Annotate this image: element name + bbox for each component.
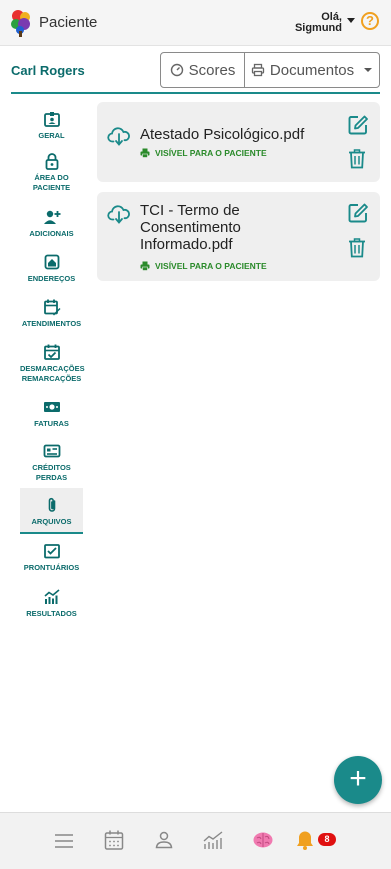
sidebar-item-label: ÁREA DO PACIENTE [32,173,71,192]
sidebar-item-label: DESMARCAÇÕES REMARCAÇÕES [20,364,85,383]
calendar-check-icon [43,344,60,360]
bell-icon[interactable] [294,829,316,851]
sidebar-item-creditos-perdas[interactable]: CRÉDITOS PERDAS [20,442,83,483]
sidebar-item-resultados[interactable]: RESULTADOS [20,588,83,619]
printer-icon [140,261,150,271]
edit-icon[interactable] [347,202,369,224]
file-name-link[interactable]: TCI - Termo de Consentimento Informado.p… [140,202,280,253]
chevron-down-icon [364,68,373,72]
sidebar-item-label: ARQUIVOS [31,517,72,526]
trash-icon[interactable] [348,238,366,258]
cloud-download-icon[interactable] [107,124,131,148]
chevron-down-icon[interactable] [347,18,355,23]
credit-card-icon [43,444,60,458]
sidebar-item-label: GERAL [38,131,65,140]
patient-name: Carl Rogers [11,63,85,78]
calendar-icon[interactable] [103,829,125,851]
sidebar-item-enderecos[interactable]: ENDEREÇOS [20,253,83,284]
scores-button[interactable]: Scores [161,53,245,87]
money-icon [43,402,60,412]
greeting-username: Sigmund [294,22,342,34]
sidebar-item-label: CRÉDITOS PERDAS [32,463,71,482]
gauge-icon [170,63,183,77]
documents-label: Documentos [269,61,355,79]
sidebar-item-geral[interactable]: GERAL [20,110,83,141]
divider [11,92,380,94]
calendar-edit-icon [43,299,60,316]
id-card-icon [43,112,60,127]
page-title: Paciente [39,14,98,31]
lock-icon [45,153,58,170]
add-file-button[interactable]: + [334,756,382,804]
file-card: TCI - Termo de Consentimento Informado.p… [97,192,380,281]
paperclip-icon [48,497,55,512]
action-button-group: Scores Documentos [160,52,380,88]
sidebar-item-arquivos[interactable]: ARQUIVOS [20,488,83,534]
menu-icon[interactable] [53,830,75,852]
sidebar-item-label: FATURAS [34,419,69,428]
printer-icon [140,148,150,158]
chart-icon [43,589,60,604]
sidebar-item-adicionais[interactable]: ADICIONAIS [20,208,83,239]
visibility-label: VISÍVEL PARA O PACIENTE [155,261,267,271]
file-card: Atestado Psicológico.pdf VISÍVEL PARA O … [97,102,380,182]
cloud-download-icon[interactable] [107,202,131,226]
person-icon[interactable] [153,829,175,851]
file-name-link[interactable]: Atestado Psicológico.pdf [140,126,340,143]
sidebar-item-label: RESULTADOS [26,609,77,618]
sidebar-item-label: PRONTUÁRIOS [23,563,80,572]
sidebar-item-desmarcacoes-remarcacoes[interactable]: DESMARCAÇÕES REMARCAÇÕES [20,343,85,384]
brain-icon[interactable] [252,829,274,851]
edit-icon[interactable] [347,114,369,136]
scores-label: Scores [188,61,236,79]
visibility-label: VISÍVEL PARA O PACIENTE [155,148,267,158]
help-icon[interactable]: ? [361,12,379,30]
brain-logo-icon [11,10,30,37]
sidebar-item-faturas[interactable]: FATURAS [20,398,83,429]
home-icon [44,254,59,270]
sidebar-item-atendimentos[interactable]: ATENDIMENTOS [20,298,83,329]
user-plus-icon [43,210,60,224]
trash-icon[interactable] [348,149,366,169]
sidebar-item-prontuarios[interactable]: PRONTUÁRIOS [20,542,83,573]
documents-button[interactable]: Documentos [245,53,379,87]
sidebar-item-label: ENDEREÇOS [27,274,76,283]
chart-line-icon[interactable] [202,829,224,851]
notification-badge: 8 [318,833,336,846]
printer-icon [251,63,265,77]
app-header: Paciente Olá, Sigmund ? [0,0,391,46]
sidebar-item-label: ATENDIMENTOS [21,319,82,328]
visibility-status: VISÍVEL PARA O PACIENTE [140,148,267,158]
clipboard-check-icon [43,544,60,559]
visibility-status: VISÍVEL PARA O PACIENTE [140,261,267,271]
sidebar-item-area-do-paciente[interactable]: ÁREA DO PACIENTE [20,152,83,193]
user-greeting[interactable]: Olá, Sigmund [295,12,342,34]
sidebar-item-label: ADICIONAIS [29,229,74,238]
